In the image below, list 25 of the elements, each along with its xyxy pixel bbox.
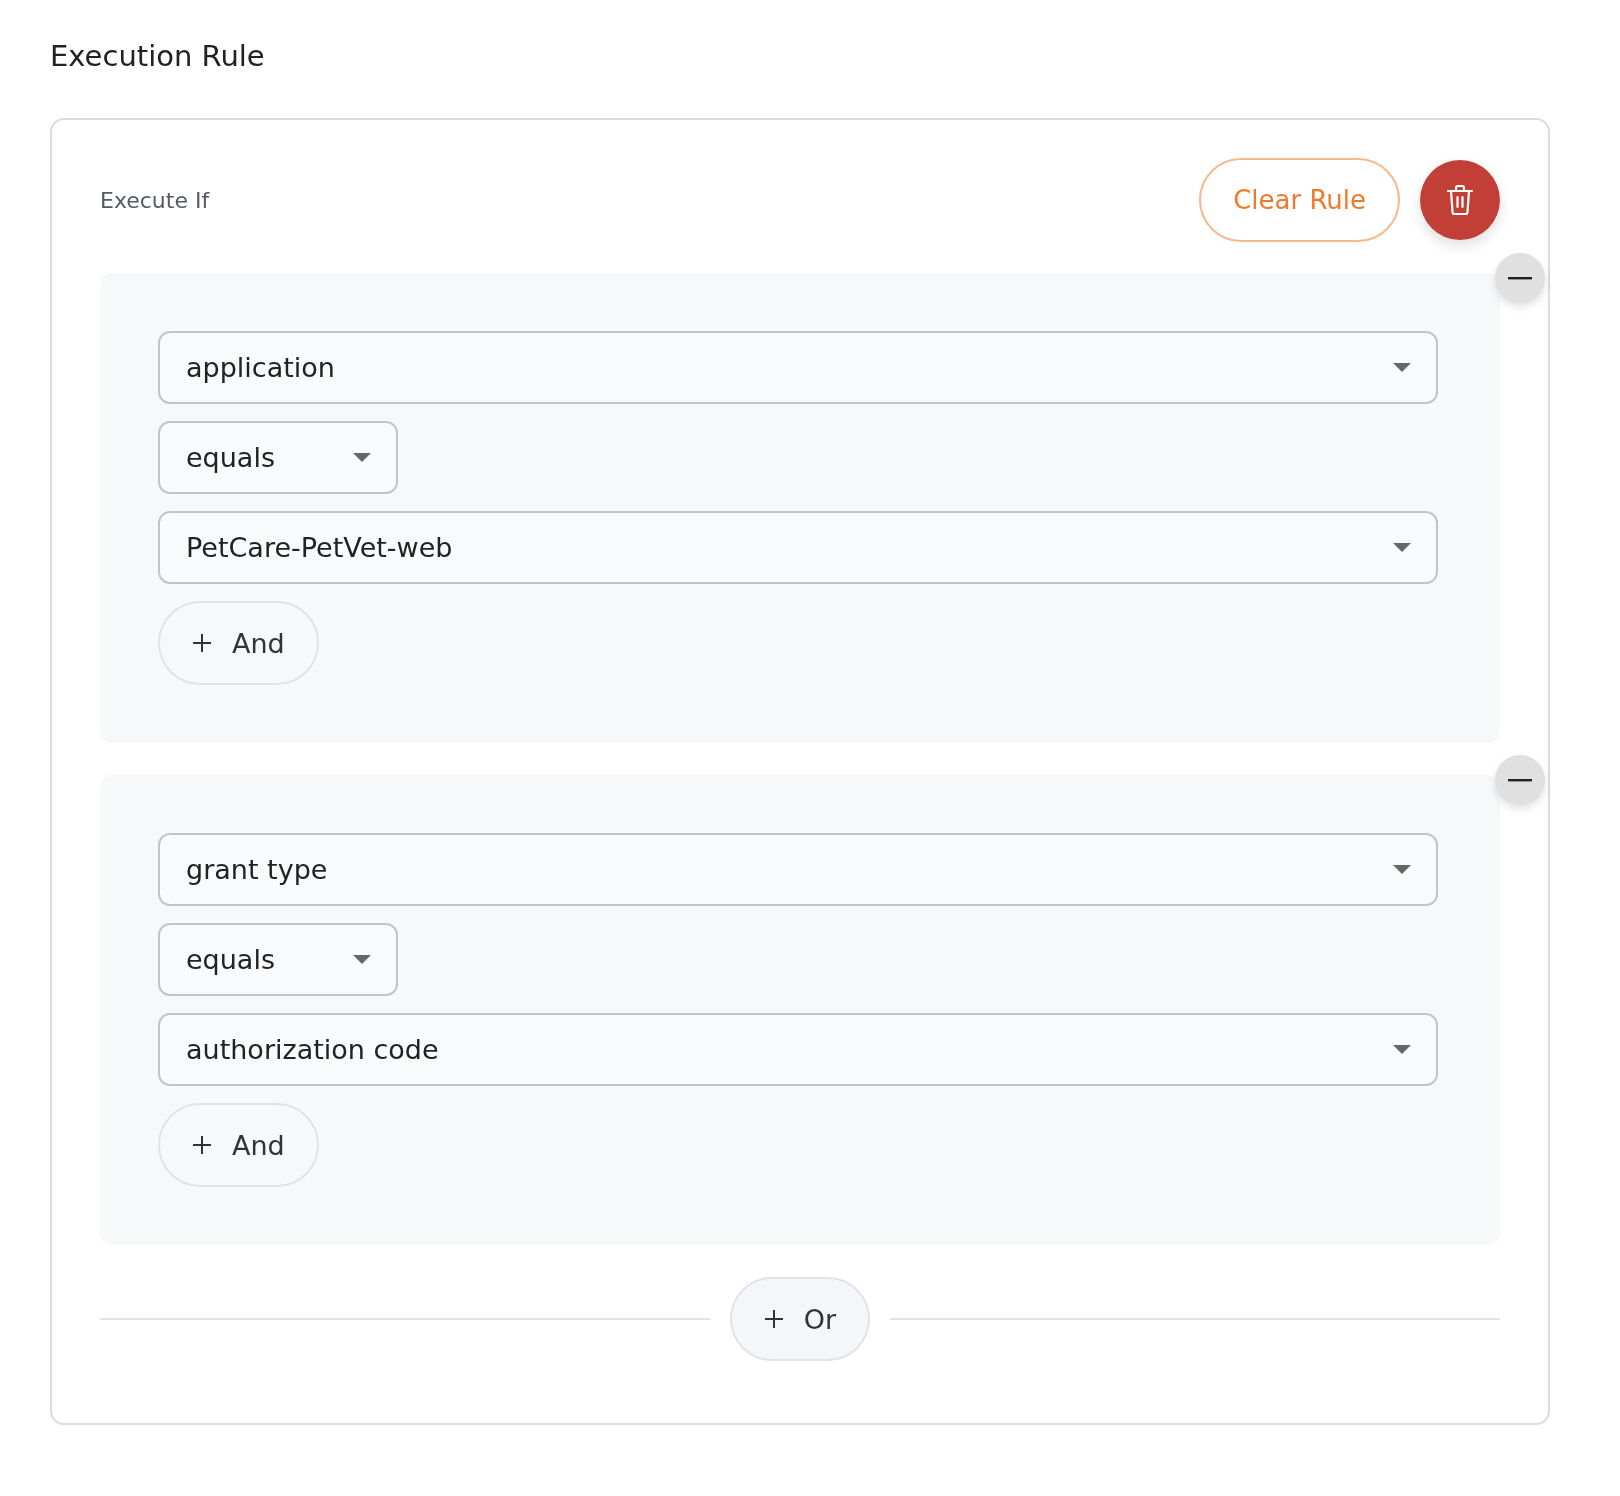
value-dropdown[interactable]: application xyxy=(158,331,1438,404)
caret-icon xyxy=(1393,542,1411,553)
remove-group-button[interactable] xyxy=(1495,755,1545,805)
minus-icon xyxy=(1508,778,1532,782)
operator-dropdown[interactable]: equals xyxy=(158,421,398,494)
caret-icon xyxy=(353,954,371,965)
caret-icon xyxy=(1393,362,1411,373)
section-title: Execution Rule xyxy=(50,38,266,75)
add-and-button[interactable]: And xyxy=(158,601,319,685)
add-and-button[interactable]: And xyxy=(158,1103,319,1187)
minus-icon xyxy=(1508,276,1532,280)
value-dropdown[interactable]: grant type xyxy=(158,833,1438,906)
caret-icon xyxy=(353,452,371,463)
remove-group-button[interactable] xyxy=(1495,253,1545,303)
caret-icon xyxy=(1393,1044,1411,1055)
value-dropdown[interactable]: PetCare-PetVet-web xyxy=(158,511,1438,584)
operator-dropdown[interactable]: equals xyxy=(158,923,398,996)
add-or-button[interactable]: Or xyxy=(729,1277,871,1361)
caret-icon xyxy=(1393,864,1411,875)
plus-icon xyxy=(192,633,212,653)
plus-icon xyxy=(192,1135,212,1155)
value-dropdown[interactable]: authorization code xyxy=(158,1013,1438,1086)
trash-icon xyxy=(1446,184,1474,216)
execute-if-label: Execute If xyxy=(100,187,210,213)
plus-icon xyxy=(763,1309,784,1329)
